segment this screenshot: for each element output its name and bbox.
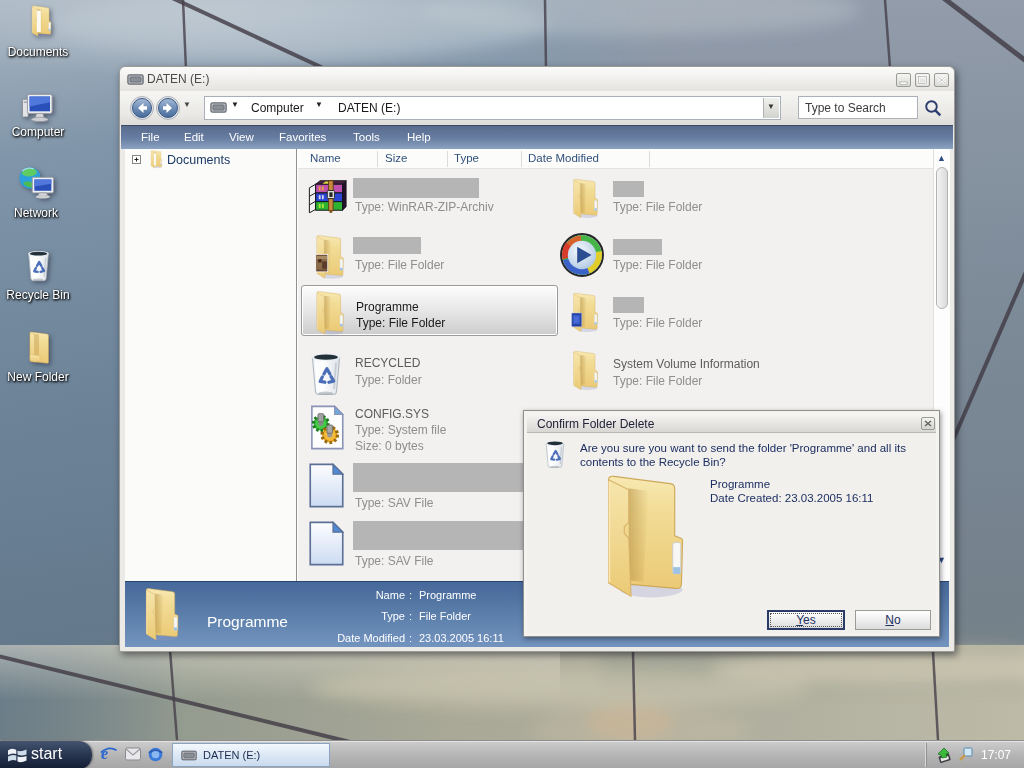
svg-text:e: e — [101, 745, 108, 762]
